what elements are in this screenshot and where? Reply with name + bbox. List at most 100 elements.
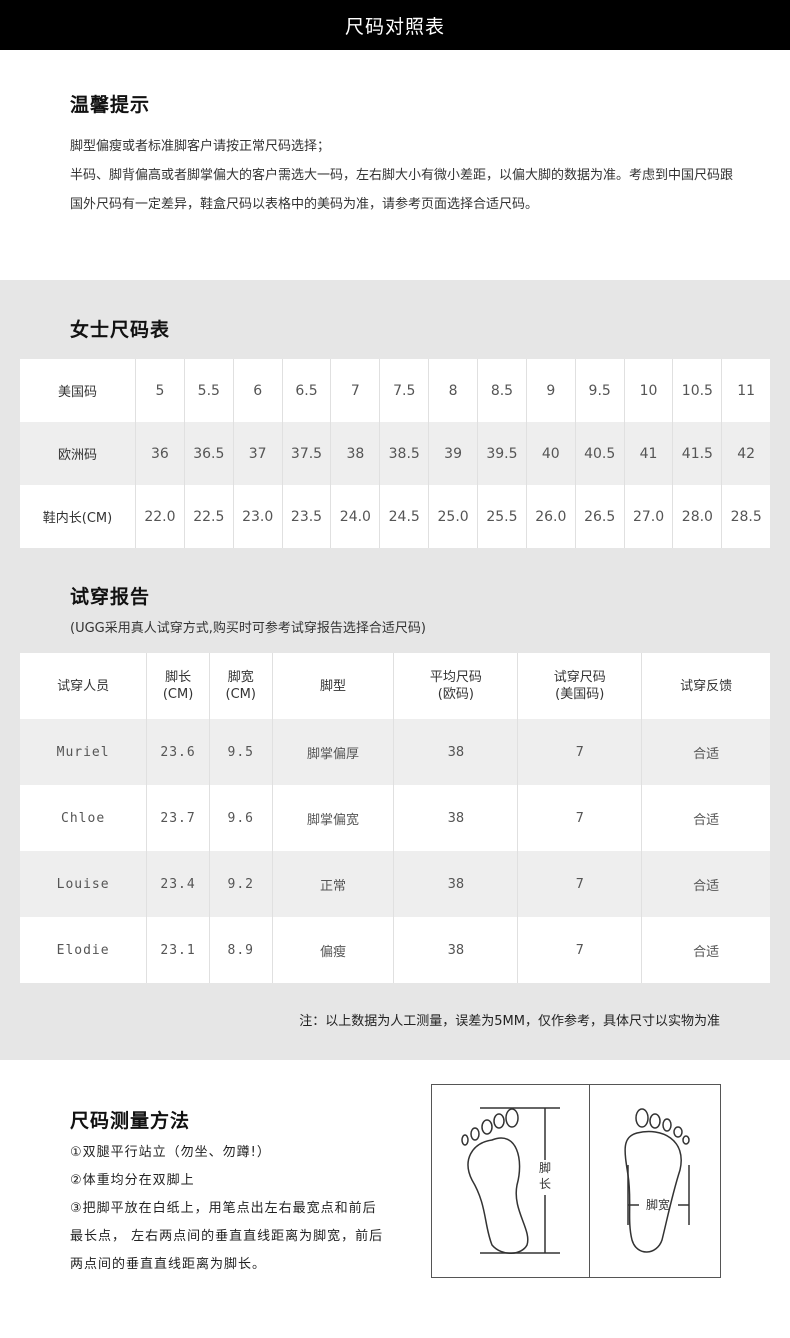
- size-cell: 25.5: [477, 485, 527, 548]
- tips-title: 温馨提示: [70, 94, 151, 116]
- size-row-label: 欧洲码: [20, 422, 136, 485]
- size-cell: 5: [135, 359, 185, 422]
- trial-cell: 23.4: [146, 851, 210, 917]
- trial-cell: 38: [393, 851, 519, 917]
- trial-cell: 23.1: [146, 917, 210, 983]
- size-cell: 23.5: [282, 485, 332, 548]
- foot-length-label-2: 长: [539, 1177, 551, 1191]
- trial-cell: 合适: [641, 851, 770, 917]
- trial-header-line-1: 试穿反馈: [680, 678, 733, 694]
- size-cell: 11: [737, 382, 756, 399]
- trial-header-cell: 脚宽 (CM): [209, 653, 273, 719]
- size-cell: 10: [624, 359, 674, 422]
- trial-cell: 9.5: [209, 719, 273, 785]
- trial-header-cell: 试穿人员: [20, 653, 148, 719]
- trial-header-cell: 脚长 (CM): [146, 653, 210, 719]
- trial-header-line-2: (CM): [162, 687, 194, 702]
- trial-cell: Chloe: [20, 785, 148, 851]
- trial-cell: 正常: [272, 851, 395, 917]
- size-cell: 26.0: [526, 485, 576, 548]
- foot-length-label-1: 脚: [539, 1160, 551, 1175]
- trial-footnote: 注：以上数据为人工测量，误差为5MM，仅作参考，具体尺寸以实物为准: [299, 1014, 720, 1029]
- trial-header-line-1: 试穿人员: [57, 678, 110, 694]
- trial-header-line-2: (CM): [225, 687, 256, 702]
- trial-header-line-1: 平均尺码: [429, 670, 482, 685]
- trial-header-line-1: 脚宽: [227, 670, 254, 685]
- size-cell: 7.5: [379, 359, 430, 422]
- size-cell: 38.5: [379, 422, 430, 485]
- trial-cell: 23.6: [146, 719, 210, 785]
- trial-header-cell: 脚型: [272, 653, 395, 719]
- top-header-bar: 尺码对照表: [0, 0, 790, 50]
- trial-cell: 38: [393, 785, 519, 851]
- trial-header-line-2: (美国码): [555, 687, 605, 702]
- trial-cell: 7: [517, 851, 643, 917]
- tips-body: 脚型偏瘦或者标准脚客户请按正常尺码选择； 半码、脚背偏高或者脚掌偏大的客户需选大…: [70, 132, 740, 219]
- tips-line-2: 半码、脚背偏高或者脚掌偏大的客户需选大一码，左右脚大小有微小差距，以偏大脚的数据…: [70, 168, 734, 212]
- trial-cell: 9.6: [209, 785, 273, 851]
- foot-measure-diagram: 脚 长 脚宽: [431, 1084, 721, 1278]
- foot-width-illustration: [624, 1108, 690, 1253]
- size-and-trial-section: 女士尺码表 美国码 5 5.5 6 6.5 7 7.5 8 8.5 9 9.5 10 10.5 11 欧洲码…: [0, 280, 790, 1060]
- size-cell: 23.0: [233, 485, 283, 548]
- size-cell: 24.5: [379, 485, 430, 548]
- women-size-title: 女士尺码表: [70, 319, 171, 341]
- size-row: 欧洲码 36 36.5 37 37.5 38 38.5 39 39.5 40 40.5 41 41.5 4…: [20, 422, 770, 485]
- size-cell: 9: [526, 359, 576, 422]
- page-title: 尺码对照表: [344, 15, 445, 38]
- trial-cell: 8.9: [209, 917, 273, 983]
- trial-cell: 脚掌偏厚: [272, 719, 395, 785]
- trial-title: 试穿报告: [70, 586, 151, 608]
- trial-header-line-2: (欧码): [437, 687, 474, 702]
- trial-header-line-1: 脚长: [165, 670, 192, 685]
- size-cell: 28.5: [730, 508, 762, 525]
- size-cell: 26.5: [575, 485, 625, 548]
- trial-header-cell: 试穿反馈: [642, 653, 770, 719]
- trial-cell: 9.2: [209, 851, 273, 917]
- measure-title: 尺码测量方法: [70, 1110, 191, 1132]
- size-cell: 28.0: [672, 485, 723, 548]
- size-row: 鞋内长(CM) 22.0 22.5 23.0 23.5 24.0 24.5 25.0 25.5 2…: [20, 485, 770, 548]
- trial-header-line-1: 试穿尺码: [553, 670, 606, 685]
- size-row-label: 美国码: [20, 359, 136, 422]
- trial-cell: 7: [517, 917, 643, 983]
- trial-cell: 38: [393, 917, 519, 983]
- size-cell: 36: [135, 422, 185, 485]
- size-cell: 5.5: [184, 359, 234, 422]
- size-cell: 8: [428, 359, 479, 422]
- size-cell: 22.5: [184, 485, 234, 548]
- trial-row: Chloe 23.7 9.6 脚掌偏宽 38 7 合适: [20, 785, 770, 851]
- trial-header-cell: 平均尺码 (欧码): [393, 653, 519, 719]
- measure-step-2: ②体重均分在双脚上: [70, 1173, 195, 1188]
- foot-diagram-svg: 脚 长 脚宽: [461, 1107, 690, 1254]
- trial-cell: Louise: [20, 851, 148, 917]
- size-cell: 38: [330, 422, 381, 485]
- size-cell: 37.5: [282, 422, 332, 485]
- size-cell: 6.5: [282, 359, 332, 422]
- trial-header-line-1: 脚型: [319, 678, 346, 694]
- trial-cell: 合适: [693, 812, 720, 828]
- trial-cell: Elodie: [20, 917, 148, 983]
- size-cell: 41.5: [672, 422, 723, 485]
- size-cell: 10.5: [672, 359, 723, 422]
- trial-report-table: 试穿人员 脚长 (CM) 脚宽 (CM) 脚型 平均尺码 (欧码) 试穿尺码 (美国码) 试穿反馈 …: [20, 653, 770, 983]
- trial-note: (UGG采用真人试穿方式,购买时可参考试穿报告选择合适尺码): [70, 621, 426, 636]
- size-cell: 9.5: [575, 359, 625, 422]
- size-cell: 42: [721, 422, 770, 485]
- tips-line-1: 脚型偏瘦或者标准脚客户请按正常尺码选择；: [70, 139, 331, 154]
- tips-section: 温馨提示 脚型偏瘦或者标准脚客户请按正常尺码选择； 半码、脚背偏高或者脚掌偏大的…: [0, 50, 790, 280]
- trial-row: Elodie 23.1 8.9 偏瘦 38 7 合适: [20, 917, 770, 983]
- size-cell: 37: [233, 422, 283, 485]
- trial-cell: 38: [393, 719, 519, 785]
- measure-steps: ①双腿平行站立（勿坐、勿蹲!） ②体重均分在双脚上 ③把脚平放在白纸上，用笔点出…: [70, 1139, 390, 1279]
- trial-row: Muriel 23.6 9.5 脚掌偏厚 38 7 合适: [20, 719, 770, 785]
- trial-row: Louise 23.4 9.2 正常 38 7 合适: [20, 851, 770, 917]
- size-cell: 25.0: [428, 485, 479, 548]
- size-cell: 6: [233, 359, 283, 422]
- trial-cell: 7: [517, 785, 643, 851]
- trial-cell: 合适: [693, 944, 720, 960]
- size-cell: 41: [624, 422, 674, 485]
- size-row: 美国码 5 5.5 6 6.5 7 7.5 8 8.5 9 9.5 10 10.5 11: [20, 359, 770, 422]
- size-cell: 22.0: [135, 485, 185, 548]
- size-cell: 8.5: [477, 359, 527, 422]
